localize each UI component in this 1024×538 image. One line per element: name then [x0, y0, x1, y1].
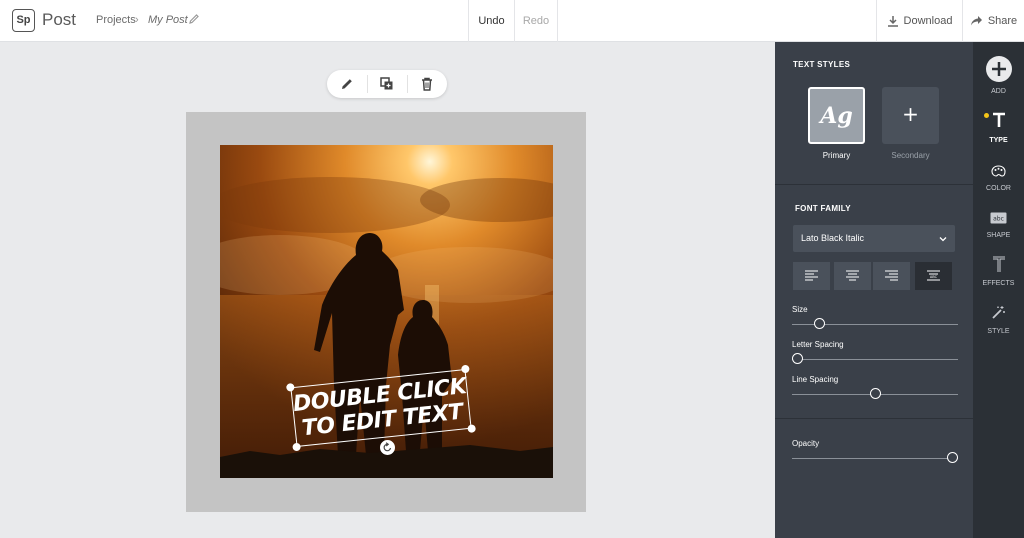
plus-icon [992, 62, 1006, 76]
font-family-heading: FONT FAMILY [795, 204, 851, 213]
rail-type-button[interactable] [973, 112, 1024, 133]
primary-style-glyph: Ag [820, 103, 853, 129]
opacity-slider-track[interactable] [792, 458, 958, 459]
download-button[interactable]: Download [876, 0, 962, 42]
text-alignment-group: ABC [793, 262, 955, 290]
palette-icon [991, 165, 1006, 177]
primary-style-label: Primary [822, 151, 851, 160]
align-right-button[interactable] [873, 262, 910, 290]
rail-color-button[interactable] [973, 164, 1024, 182]
trash-icon[interactable] [419, 76, 435, 92]
line-spacing-label: Line Spacing [792, 375, 839, 384]
breadcrumb-projects[interactable]: Projects [96, 14, 136, 26]
redo-button[interactable]: Redo [514, 0, 558, 42]
font-family-dropdown[interactable]: Lato Black Italic [793, 225, 955, 252]
floating-toolbar [327, 70, 447, 98]
rail-effects-label: EFFECTS [982, 280, 1015, 287]
add-button[interactable] [986, 56, 1012, 82]
rename-pencil-icon[interactable] [188, 13, 200, 25]
letter-spacing-slider-knob[interactable] [792, 353, 803, 364]
breadcrumb-separator: › [135, 14, 139, 26]
letter-spacing-label: Letter Spacing [792, 340, 844, 349]
secondary-style-label: Secondary [891, 151, 930, 160]
align-right-icon [885, 270, 898, 281]
text-styles-heading: TEXT STYLES [793, 60, 851, 69]
letter-spacing-slider-track[interactable] [792, 359, 958, 360]
shape-icon: abc [990, 212, 1007, 224]
type-icon [992, 112, 1005, 127]
align-justify-icon: ABC [927, 270, 940, 281]
chevron-down-icon [939, 237, 947, 242]
text-style-secondary[interactable]: + [882, 87, 939, 144]
separator [367, 75, 368, 93]
size-slider-knob[interactable] [813, 318, 825, 329]
divider [775, 184, 973, 185]
download-label: Download [903, 15, 953, 27]
properties-panel: TEXT STYLES Ag Primary + Secondary FONT … [775, 42, 973, 538]
rail-effects-button[interactable] [973, 256, 1024, 278]
effects-icon [992, 256, 1005, 272]
rail-color-label: COLOR [986, 185, 1011, 192]
top-bar: Sp Post Projects › My Post Undo Redo Dow… [0, 0, 1024, 42]
pencil-icon[interactable] [339, 76, 355, 92]
rotate-icon [383, 442, 392, 452]
align-left-button[interactable] [793, 262, 830, 290]
rail-shape-button[interactable]: abc [973, 211, 1024, 229]
separator [407, 75, 408, 93]
rail-style-button[interactable] [973, 305, 1024, 325]
align-center-button[interactable] [834, 262, 871, 290]
share-button[interactable]: Share [962, 0, 1024, 42]
divider [775, 418, 973, 419]
opacity-slider-knob[interactable] [947, 452, 958, 463]
download-icon [887, 16, 898, 27]
line-spacing-slider-knob[interactable] [869, 388, 881, 399]
align-left-icon [805, 270, 818, 281]
rail-add-label: ADD [991, 88, 1006, 95]
resize-handle-top-left[interactable] [285, 382, 295, 392]
rail-style-label: STYLE [987, 328, 1010, 335]
undo-button[interactable]: Undo [468, 0, 514, 42]
app-name: Post [42, 10, 77, 29]
plus-icon: + [902, 102, 919, 126]
align-center-icon [846, 270, 859, 281]
tool-rail: ADD TYPE COLOR abc SHAPE EFFECTS STYLE [973, 42, 1024, 538]
align-justify-button[interactable]: ABC [915, 262, 952, 290]
font-family-value: Lato Black Italic [801, 233, 865, 243]
svg-text:ABC: ABC [930, 275, 938, 279]
share-label: Share [987, 15, 1018, 27]
duplicate-icon[interactable] [379, 76, 395, 92]
share-icon [970, 16, 982, 26]
opacity-label: Opacity [792, 439, 820, 448]
rail-shape-label: SHAPE [986, 232, 1011, 239]
magic-wand-icon [992, 306, 1005, 319]
size-label: Size [792, 305, 808, 314]
rail-type-label: TYPE [989, 137, 1008, 144]
breadcrumb-current-post[interactable]: My Post [148, 14, 188, 26]
app-logo[interactable]: Sp [12, 9, 35, 32]
rotate-handle[interactable] [380, 440, 395, 455]
text-style-primary[interactable]: Ag [808, 87, 865, 144]
svg-text:abc: abc [993, 216, 1004, 223]
